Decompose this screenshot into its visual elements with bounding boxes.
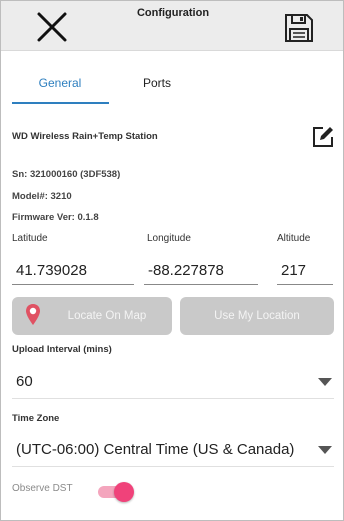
- toggle-knob: [114, 482, 134, 502]
- observe-dst-label: Observe DST: [12, 483, 73, 494]
- floppy-disk-icon: [285, 14, 313, 42]
- altitude-label: Altitude: [277, 233, 311, 244]
- config-screen: Configuration General Ports WD Wireless …: [0, 0, 344, 521]
- dropdown-arrow-icon: [318, 378, 332, 386]
- time-zone-value: (UTC-06:00) Central Time (US & Canada): [16, 441, 295, 458]
- locate-on-map-label: Locate On Map: [67, 310, 147, 322]
- serial-number: Sn: 321000160 (3DF538): [12, 169, 121, 180]
- time-zone-label: Time Zone: [12, 413, 60, 424]
- use-my-location-button[interactable]: Use My Location: [180, 297, 334, 335]
- firmware-version: Firmware Ver: 0.1.8: [12, 212, 99, 223]
- tab-bar: General Ports: [1, 63, 343, 107]
- active-tab-indicator: [12, 102, 109, 104]
- longitude-input[interactable]: [144, 257, 258, 285]
- dropdown-arrow-icon: [318, 446, 332, 454]
- tab-ports[interactable]: Ports: [109, 63, 205, 105]
- latitude-label: Latitude: [12, 233, 48, 244]
- tab-general[interactable]: General: [12, 63, 108, 105]
- altitude-input[interactable]: [277, 257, 333, 285]
- station-name: WD Wireless Rain+Temp Station: [12, 131, 158, 142]
- locate-on-map-button[interactable]: Locate On Map: [12, 297, 172, 335]
- save-button[interactable]: [283, 12, 315, 44]
- longitude-label: Longitude: [147, 233, 191, 244]
- upload-interval-value: 60: [16, 373, 33, 390]
- upload-interval-select[interactable]: 60: [12, 365, 334, 399]
- observe-dst-toggle[interactable]: [98, 482, 134, 502]
- upload-interval-label: Upload Interval (mins): [12, 344, 112, 355]
- model-number: Model#: 3210: [12, 191, 72, 202]
- use-my-location-label: Use My Location: [214, 310, 300, 322]
- edit-icon: [313, 127, 333, 147]
- app-bar: Configuration: [1, 1, 343, 51]
- time-zone-select[interactable]: (UTC-06:00) Central Time (US & Canada): [12, 433, 334, 467]
- edit-station-button[interactable]: [311, 125, 335, 149]
- latitude-input[interactable]: [12, 257, 134, 285]
- map-pin-icon: [26, 304, 40, 325]
